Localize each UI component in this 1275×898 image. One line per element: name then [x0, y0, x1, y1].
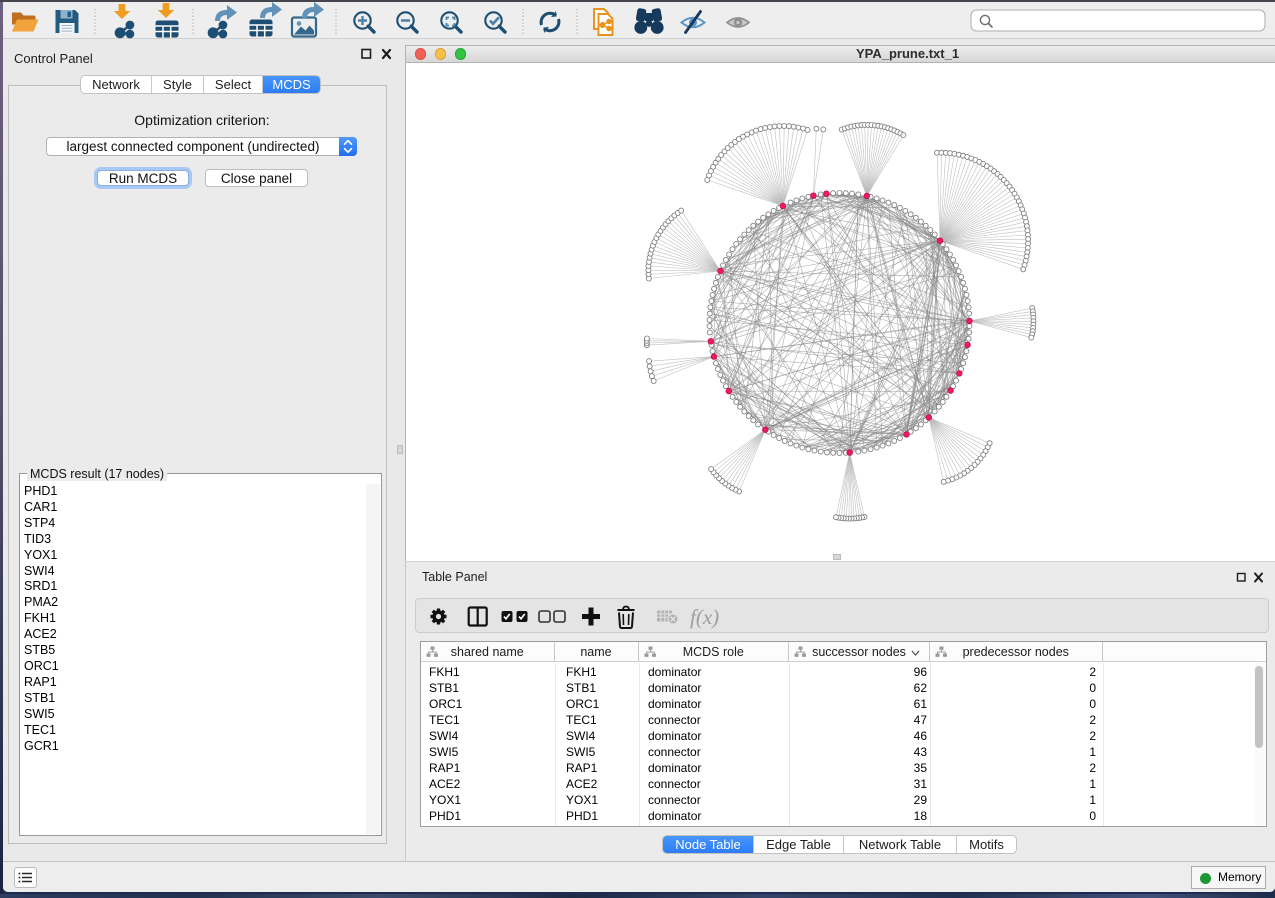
svg-text:f(x): f(x): [690, 605, 719, 629]
